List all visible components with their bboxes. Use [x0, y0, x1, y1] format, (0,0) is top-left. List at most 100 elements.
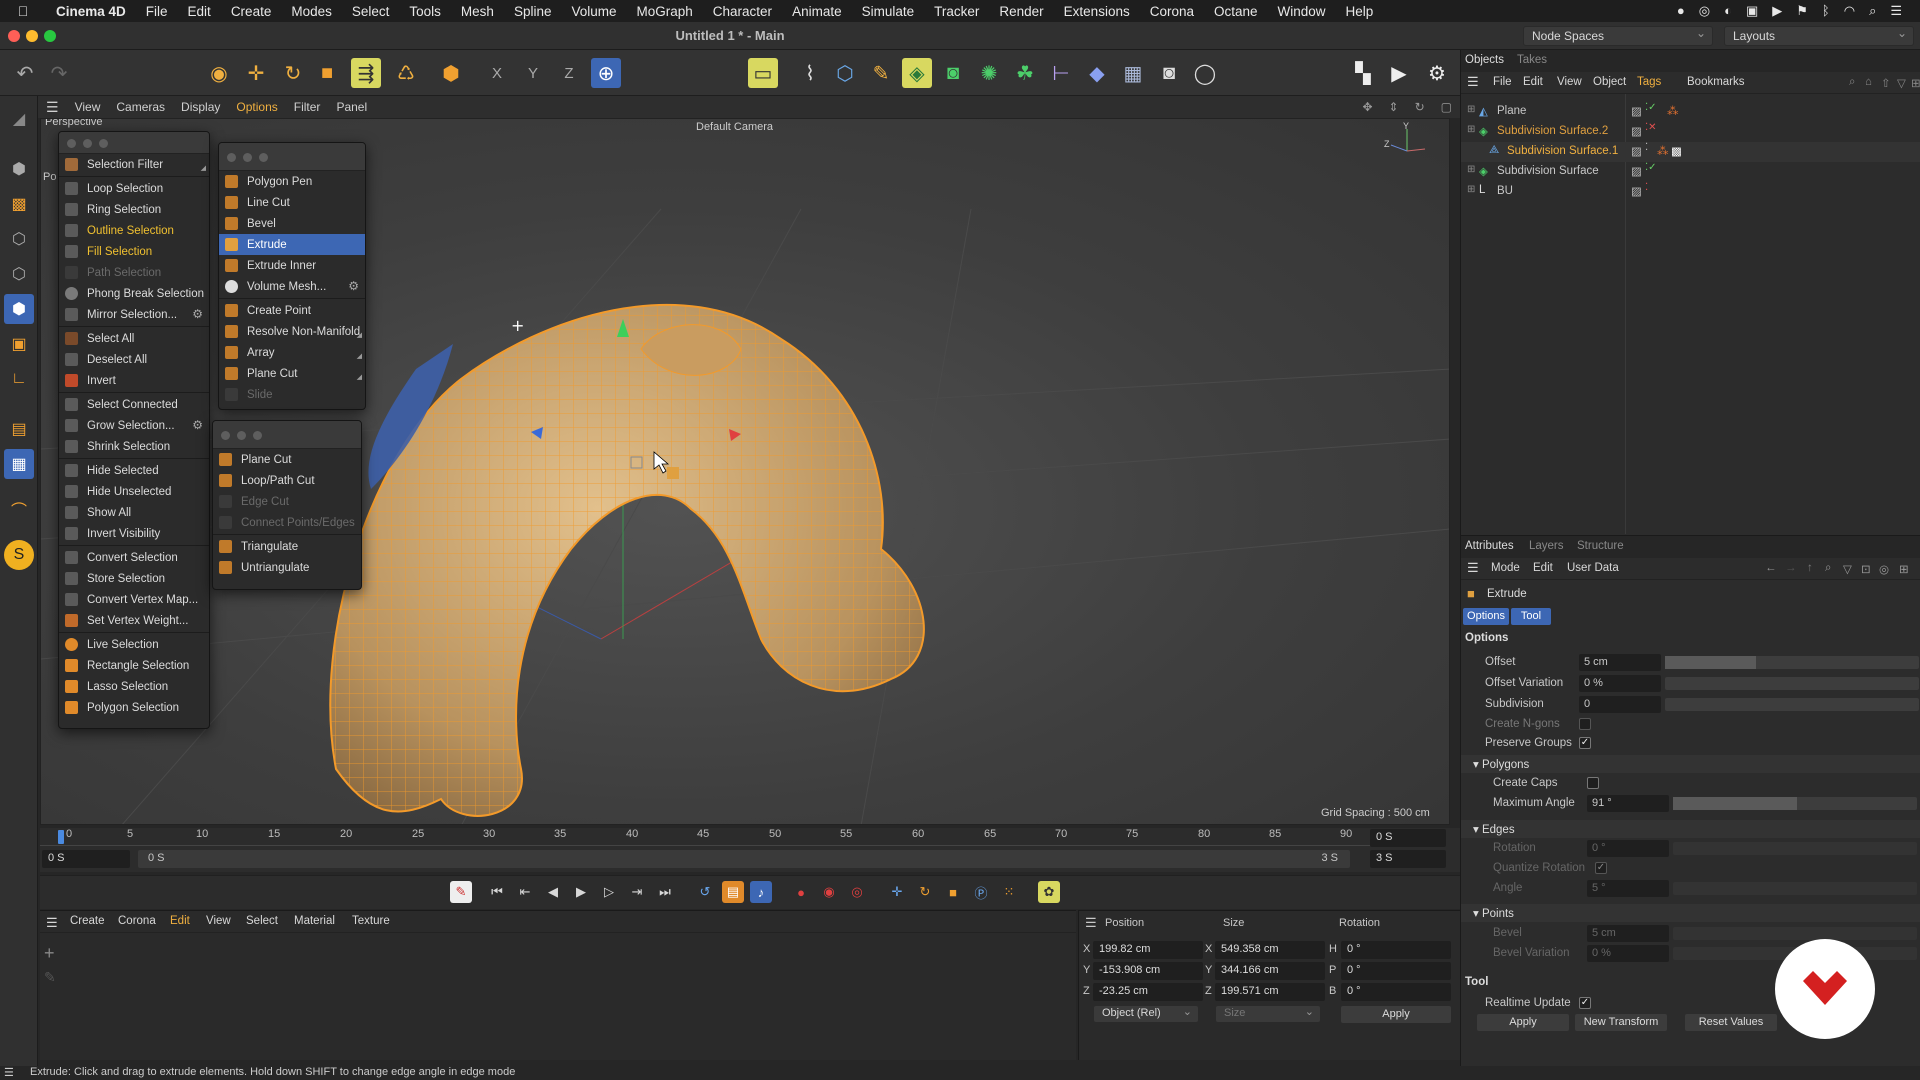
offset-field[interactable]: 5 cm: [1579, 654, 1661, 671]
x-axis-lock-icon[interactable]: X: [482, 58, 512, 88]
rotate-tool-icon[interactable]: ↻: [278, 58, 308, 88]
up-arrow-icon[interactable]: ↑: [1807, 562, 1813, 574]
camera-label[interactable]: Default Camera: [696, 121, 773, 133]
select-item-lasso-selection[interactable]: Lasso Selection: [59, 676, 209, 697]
tab-structure[interactable]: Structure: [1577, 540, 1624, 552]
go-to-end-icon[interactable]: ⏭: [654, 881, 676, 903]
timeline-ruler[interactable]: 0 5 10 15 20 25 30 35 40 45 50 55 60 65 …: [40, 828, 1460, 872]
mesh-item-volume-mesh[interactable]: Volume Mesh... ⚙: [219, 276, 365, 297]
size-z-field[interactable]: 199.571 cm: [1215, 983, 1325, 1001]
attr-menu-edit[interactable]: Edit: [1533, 562, 1553, 574]
cut-menu-titlebar[interactable]: [213, 421, 361, 449]
make-editable-icon[interactable]: ▭: [748, 58, 778, 88]
obj-menu-edit[interactable]: Edit: [1523, 76, 1543, 88]
subdivision-slider[interactable]: [1665, 698, 1919, 711]
mat-menu-view[interactable]: View: [206, 915, 231, 927]
layer-icon[interactable]: ▨: [1631, 184, 1642, 198]
subtab-tool[interactable]: Tool: [1511, 608, 1551, 625]
expand-icon[interactable]: ⊞: [1467, 124, 1475, 135]
object-row-subdivision-surface-2[interactable]: ⊞ ◈ Subdivision Surface.2 ▨ ⁚✕: [1461, 122, 1920, 142]
end-time-field[interactable]: 3 S: [1370, 850, 1446, 868]
animation-tool-icon[interactable]: ♺: [391, 58, 421, 88]
expand-icon[interactable]: ⊞: [1467, 184, 1475, 195]
select-item-set-vertex-weight[interactable]: Set Vertex Weight...: [59, 610, 209, 631]
size-mode-dropdown[interactable]: Size: [1215, 1005, 1321, 1023]
menu-select[interactable]: Select: [342, 4, 400, 19]
uv-mode-icon[interactable]: ▣: [4, 329, 34, 359]
snap-grid-icon[interactable]: ▦: [4, 449, 34, 479]
mograph-icon[interactable]: ☘: [1010, 58, 1040, 88]
hamburger-icon[interactable]: ☰: [1085, 915, 1097, 931]
camera-icon[interactable]: ◙: [1154, 58, 1184, 88]
vp-menu-view[interactable]: View: [67, 100, 109, 114]
record-key-icon[interactable]: ●: [790, 881, 812, 903]
position-z-field[interactable]: -23.25 cm: [1093, 983, 1203, 1001]
select-item-shrink-selection[interactable]: Shrink Selection: [59, 436, 209, 457]
rotation-slider[interactable]: [1673, 842, 1917, 855]
object-mode-icon[interactable]: ⬢: [4, 154, 34, 184]
start-time-field[interactable]: 0 S: [42, 850, 130, 868]
previous-frame-icon[interactable]: ◀: [542, 881, 564, 903]
timeline-mode-icon[interactable]: ▤: [722, 881, 744, 903]
key-rotation-icon[interactable]: ↻: [914, 881, 936, 903]
next-frame-icon[interactable]: ▷: [598, 881, 620, 903]
menu-volume[interactable]: Volume: [561, 4, 626, 19]
menu-tools[interactable]: Tools: [399, 4, 451, 19]
move-tool-icon[interactable]: ✛: [241, 58, 271, 88]
visibility-dots[interactable]: ⁚✕: [1645, 122, 1657, 133]
y-axis-lock-icon[interactable]: Y: [518, 58, 548, 88]
rotation-field[interactable]: 0 °: [1587, 840, 1669, 857]
select-item-live-selection[interactable]: Live Selection: [59, 634, 209, 655]
bluetooth-icon[interactable]: ᛒ: [1822, 3, 1830, 19]
transfer-tool-icon[interactable]: ⇶: [351, 58, 381, 88]
hamburger-icon[interactable]: ☰: [1467, 560, 1479, 576]
coords-apply-button[interactable]: Apply: [1341, 1006, 1451, 1023]
sound-icon[interactable]: ♪: [750, 881, 772, 903]
add-material-icon[interactable]: +: [44, 943, 55, 964]
tab-objects[interactable]: Objects: [1465, 54, 1504, 66]
spotlight-search-icon[interactable]: ⌕: [1869, 3, 1876, 19]
back-arrow-icon[interactable]: ←: [1765, 562, 1777, 574]
menu-extensions[interactable]: Extensions: [1054, 4, 1140, 19]
create-caps-checkbox[interactable]: [1587, 777, 1599, 789]
realtime-update-checkbox[interactable]: ✓: [1579, 997, 1591, 1009]
select-item-select-all[interactable]: Select All: [59, 328, 209, 349]
keyframe-icon[interactable]: ✎: [450, 881, 472, 903]
object-row-subdivision-surface[interactable]: ⊞ ◈ Subdivision Surface ▨ ⁚✓: [1461, 162, 1920, 182]
wifi-icon[interactable]: ◠: [1844, 3, 1855, 19]
new-transform-button[interactable]: New Transform: [1575, 1014, 1667, 1031]
key-scale-icon[interactable]: ■: [942, 881, 964, 903]
redo-icon[interactable]: ↷: [44, 58, 74, 88]
menu-spline[interactable]: Spline: [504, 4, 562, 19]
select-item-invert[interactable]: Invert: [59, 370, 209, 391]
axis-mode-icon[interactable]: ∟: [4, 364, 34, 394]
expand-icon[interactable]: ⊞: [1467, 104, 1475, 115]
cut-item-untriangulate[interactable]: Untriangulate: [213, 557, 361, 578]
layer-icon[interactable]: ▨: [1631, 164, 1642, 178]
render-settings-icon[interactable]: ⚙: [1422, 58, 1452, 88]
menu-window[interactable]: Window: [1268, 4, 1336, 19]
playhead-marker[interactable]: [58, 830, 64, 844]
select-item-hide-unselected[interactable]: Hide Unselected: [59, 481, 209, 502]
mesh-item-line-cut[interactable]: Line Cut: [219, 192, 365, 213]
position-x-field[interactable]: 199.82 cm: [1093, 941, 1203, 959]
rotation-p-field[interactable]: 0 °: [1341, 962, 1451, 980]
points-section[interactable]: ▾ Points: [1461, 904, 1920, 922]
menu-mograph[interactable]: MoGraph: [627, 4, 703, 19]
tab-attributes[interactable]: Attributes: [1465, 540, 1514, 552]
mesh-item-extrude-inner[interactable]: Extrude Inner: [219, 255, 365, 276]
mesh-item-create-point[interactable]: Create Point: [219, 300, 365, 321]
select-item-loop-selection[interactable]: Loop Selection: [59, 178, 209, 199]
bevel-field[interactable]: 5 cm: [1587, 925, 1669, 942]
cut-item-loop-path-cut[interactable]: Loop/Path Cut: [213, 470, 361, 491]
go-to-start-icon[interactable]: ⏮: [486, 881, 508, 903]
attr-menu-mode[interactable]: Mode: [1491, 562, 1520, 574]
object-row-subdivision-surface-1[interactable]: ⟁ Subdivision Surface.1 ▨ ⁚ ⁂ ▩: [1461, 142, 1920, 162]
select-item-convert-selection[interactable]: Convert Selection: [59, 547, 209, 568]
creative-cloud-icon[interactable]: ◎: [1699, 3, 1710, 19]
cut-item-triangulate[interactable]: Triangulate: [213, 536, 361, 557]
menu-animate[interactable]: Animate: [782, 4, 852, 19]
world-coordinates-icon[interactable]: ⊕: [591, 58, 621, 88]
vp-menu-panel[interactable]: Panel: [328, 100, 375, 114]
edges-section[interactable]: ▾ Edges: [1461, 820, 1920, 838]
